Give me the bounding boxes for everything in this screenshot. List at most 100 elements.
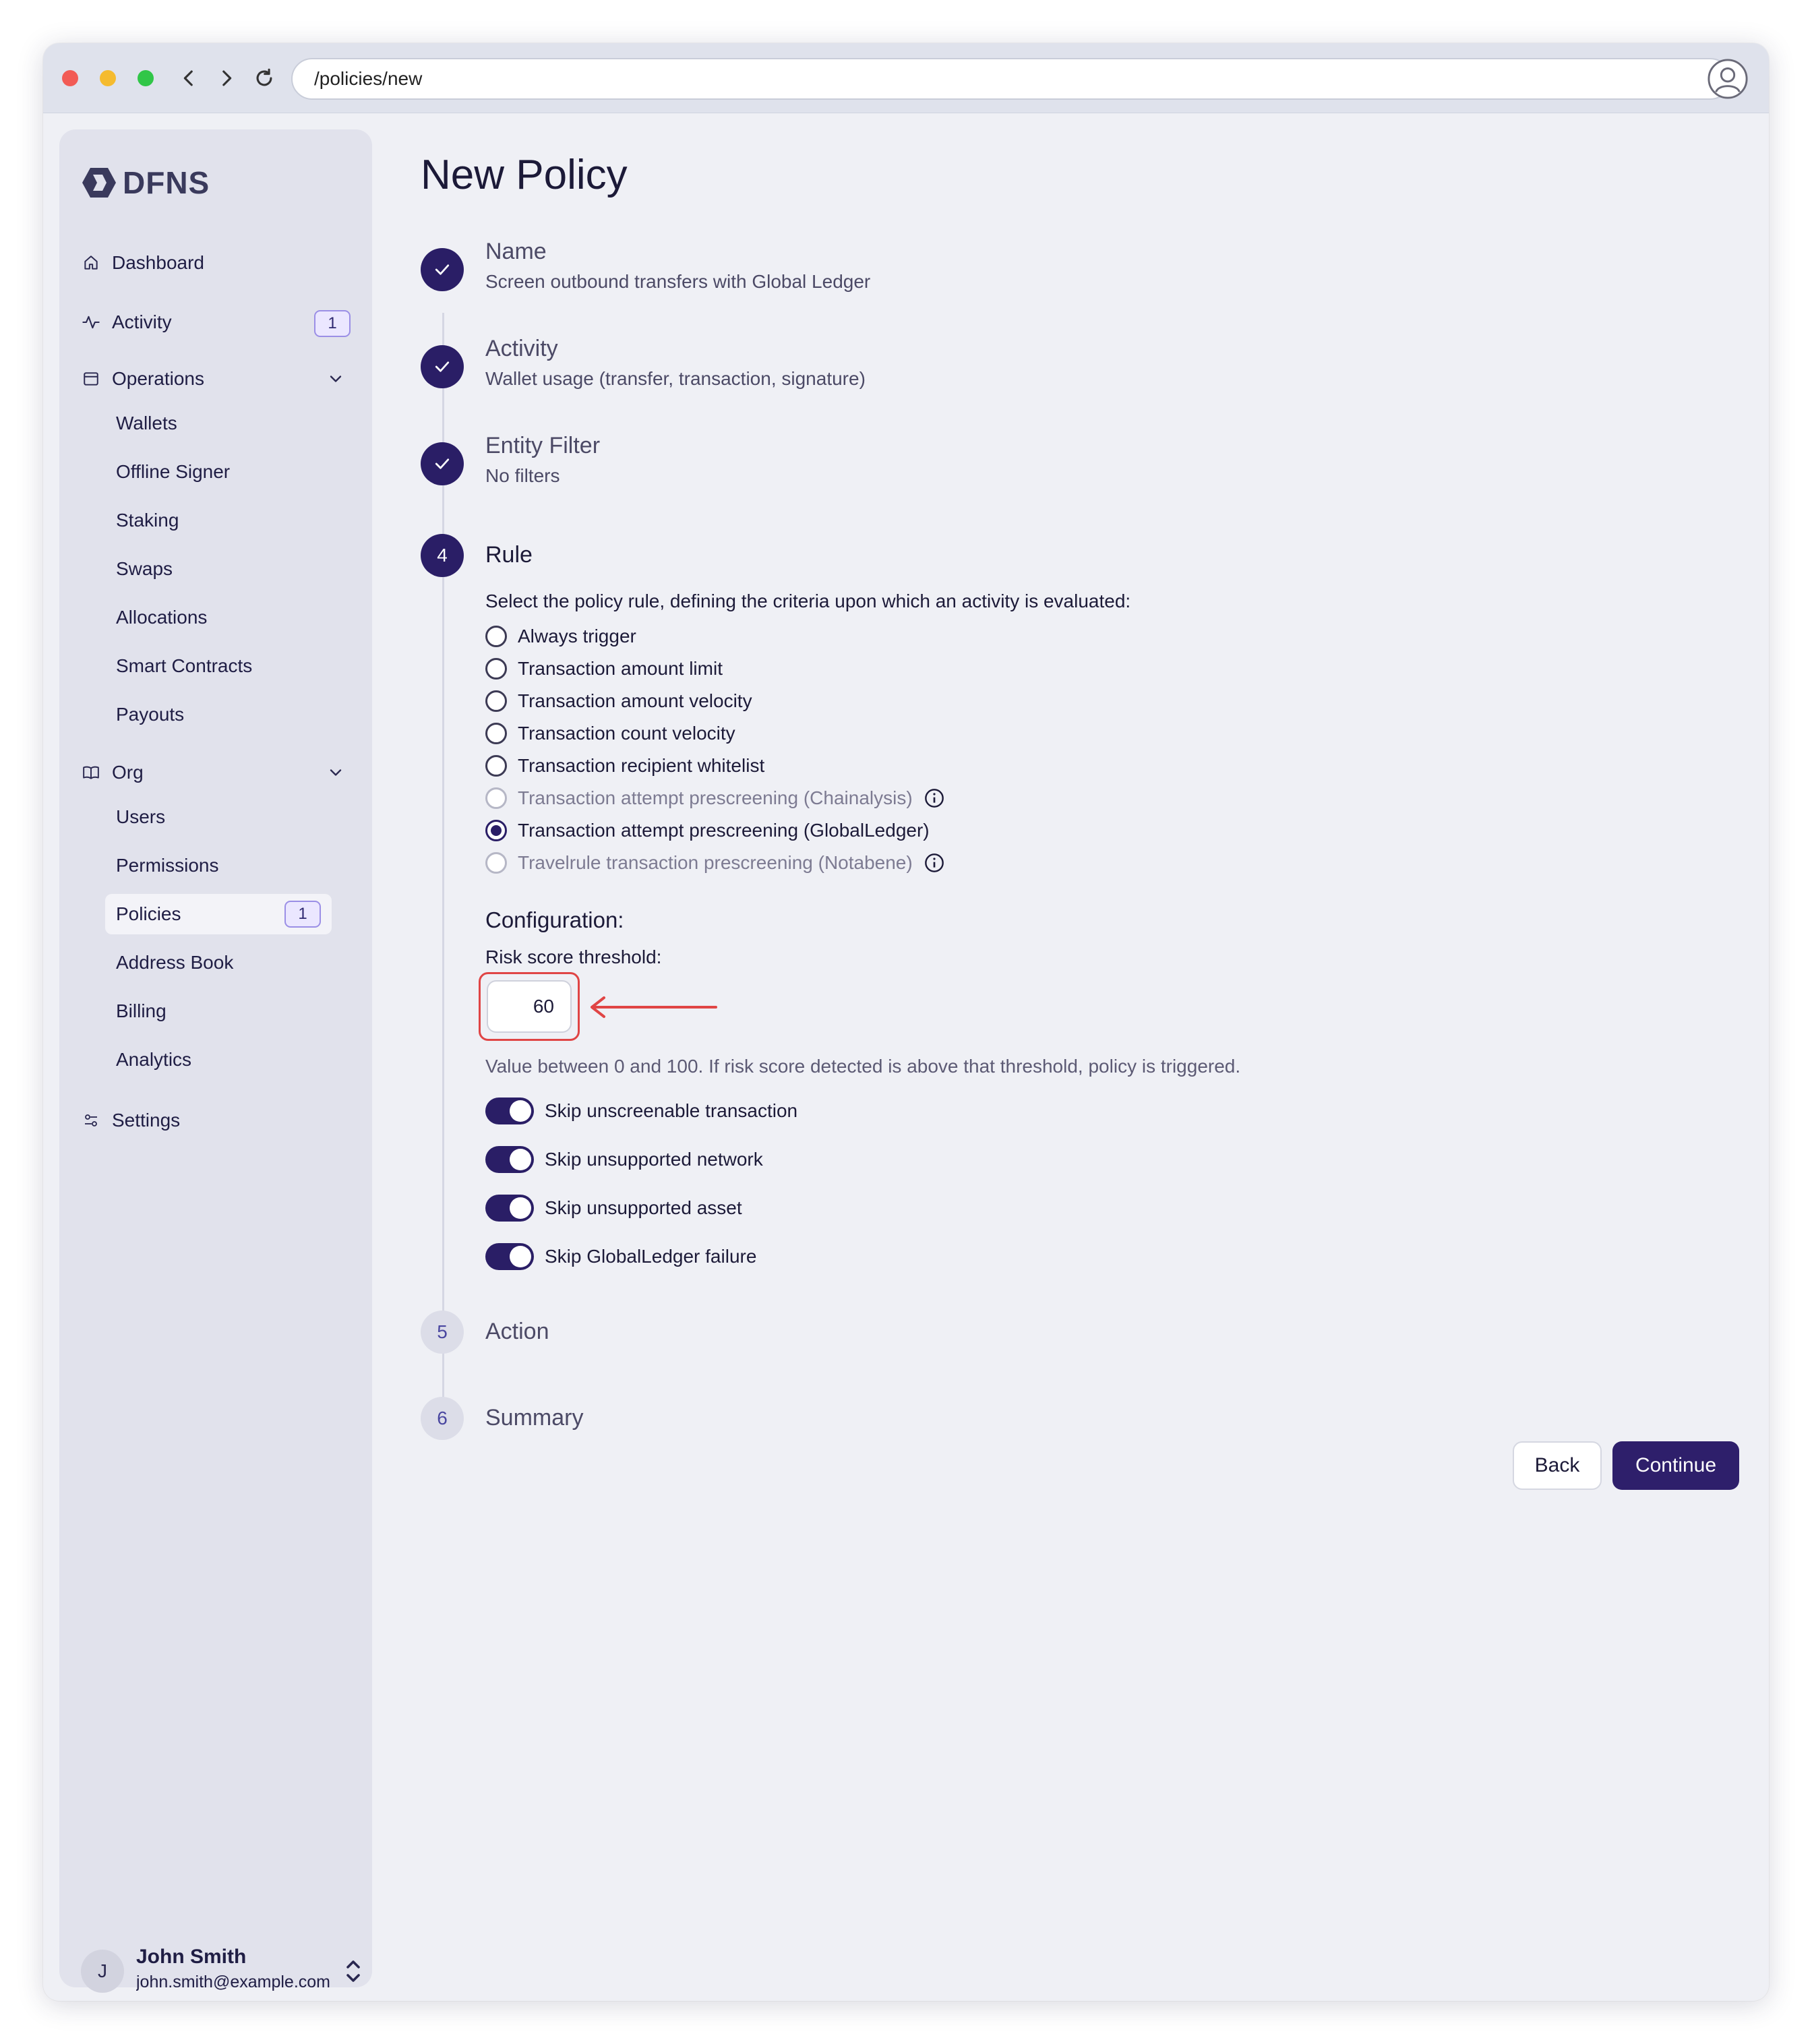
sidebar-item-staking[interactable]: Staking bbox=[105, 500, 332, 541]
chevron-up-down-icon[interactable] bbox=[342, 1958, 364, 1985]
sidebar-item-users[interactable]: Users bbox=[105, 797, 332, 837]
brand-logo[interactable]: DFNS bbox=[81, 164, 210, 201]
check-icon bbox=[435, 458, 450, 469]
back-button[interactable]: Back bbox=[1513, 1441, 1602, 1490]
reload-button[interactable] bbox=[248, 62, 280, 94]
reload-icon bbox=[256, 68, 272, 86]
radio-label: Transaction amount velocity bbox=[518, 690, 752, 711]
radio-button-selected[interactable] bbox=[485, 820, 507, 841]
sidebar-group-operations[interactable]: Operations bbox=[76, 360, 356, 398]
check-icon bbox=[435, 264, 450, 275]
sidebar-item-billing[interactable]: Billing bbox=[105, 991, 332, 1031]
sidebar-item-swaps[interactable]: Swaps bbox=[105, 549, 332, 589]
step-1-check bbox=[421, 248, 464, 291]
sidebar-item-wallets[interactable]: Wallets bbox=[105, 403, 332, 444]
sidebar-item-offline-signer[interactable]: Offline Signer bbox=[105, 452, 332, 492]
rule-option-always-trigger[interactable]: Always trigger bbox=[485, 622, 636, 651]
operations-icon bbox=[81, 369, 101, 389]
activity-icon bbox=[81, 312, 101, 332]
chevron-left-icon bbox=[183, 70, 193, 86]
continue-button[interactable]: Continue bbox=[1612, 1441, 1739, 1490]
radio-button[interactable] bbox=[485, 690, 507, 712]
rule-option-count-velocity[interactable]: Transaction count velocity bbox=[485, 719, 735, 748]
toggle-switch[interactable] bbox=[485, 1243, 534, 1270]
toggle-skip-unscreenable[interactable]: Skip unscreenable transaction bbox=[485, 1096, 797, 1126]
toggle-skip-unsupported-network[interactable]: Skip unsupported network bbox=[485, 1145, 763, 1174]
risk-threshold-input[interactable] bbox=[487, 980, 572, 1033]
minimize-window-button[interactable] bbox=[100, 70, 116, 86]
info-icon[interactable] bbox=[924, 787, 945, 809]
chevron-down-icon[interactable] bbox=[326, 763, 345, 782]
browser-toolbar: /policies/new bbox=[43, 43, 1769, 113]
info-icon[interactable] bbox=[924, 852, 945, 874]
policies-count-badge: 1 bbox=[284, 901, 321, 928]
step-5-number: 5 bbox=[421, 1311, 464, 1354]
step-5-title: Action bbox=[485, 1319, 549, 1344]
avatar: J bbox=[81, 1950, 124, 1993]
chevron-down-icon[interactable] bbox=[326, 369, 345, 388]
toggle-skip-unsupported-asset[interactable]: Skip unsupported asset bbox=[485, 1193, 742, 1223]
step-1-subtitle: Screen outbound transfers with Global Le… bbox=[485, 271, 871, 292]
close-window-button[interactable] bbox=[62, 70, 78, 86]
rule-option-chainalysis: Transaction attempt prescreening (Chaina… bbox=[485, 783, 945, 813]
brand-name: DFNS bbox=[123, 165, 210, 200]
sidebar-item-address-book[interactable]: Address Book bbox=[105, 942, 332, 983]
toggle-label: Skip unsupported asset bbox=[545, 1197, 742, 1218]
sidebar-item-label: Dashboard bbox=[112, 252, 204, 273]
activity-count-badge: 1 bbox=[314, 310, 351, 337]
sidebar-item-dashboard[interactable]: Dashboard bbox=[76, 244, 356, 282]
radio-button[interactable] bbox=[485, 658, 507, 680]
toggle-label: Skip unsupported network bbox=[545, 1149, 763, 1170]
sidebar-item-policies[interactable]: Policies 1 bbox=[105, 894, 332, 934]
book-icon bbox=[81, 762, 101, 783]
rule-intro: Select the policy rule, defining the cri… bbox=[485, 591, 1131, 611]
configuration-title: Configuration: bbox=[485, 907, 624, 932]
step-1-title[interactable]: Name bbox=[485, 239, 547, 265]
sidebar-item-permissions[interactable]: Permissions bbox=[105, 845, 332, 886]
rule-option-notabene: Travelrule transaction prescreening (Not… bbox=[485, 848, 945, 878]
sidebar-item-activity[interactable]: Activity 1 bbox=[76, 303, 356, 341]
toggle-switch[interactable] bbox=[485, 1098, 534, 1124]
home-icon bbox=[81, 253, 101, 273]
profile-icon[interactable] bbox=[1707, 58, 1749, 100]
toggle-skip-globalledger-failure[interactable]: Skip GlobalLedger failure bbox=[485, 1242, 756, 1271]
chevron-right-icon bbox=[222, 70, 232, 86]
radio-button[interactable] bbox=[485, 723, 507, 744]
rule-option-globalledger[interactable]: Transaction attempt prescreening (Global… bbox=[485, 816, 930, 845]
step-2-subtitle: Wallet usage (transfer, transaction, sig… bbox=[485, 368, 866, 389]
sidebar-item-smart-contracts[interactable]: Smart Contracts bbox=[105, 646, 332, 686]
sidebar-item-label: Operations bbox=[112, 368, 204, 389]
sidebar-group-org[interactable]: Org bbox=[76, 754, 356, 791]
rule-option-recipient-whitelist[interactable]: Transaction recipient whitelist bbox=[485, 751, 764, 781]
back-nav-button[interactable] bbox=[173, 62, 205, 94]
step-3-subtitle: No filters bbox=[485, 465, 560, 486]
toggle-label: Skip unscreenable transaction bbox=[545, 1100, 798, 1121]
radio-button[interactable] bbox=[485, 755, 507, 777]
step-3-title[interactable]: Entity Filter bbox=[485, 433, 600, 459]
maximize-window-button[interactable] bbox=[138, 70, 154, 86]
risk-threshold-helper: Value between 0 and 100. If risk score d… bbox=[485, 1056, 1241, 1077]
forward-nav-button[interactable] bbox=[210, 62, 243, 94]
address-bar[interactable]: /policies/new bbox=[291, 58, 1731, 100]
sidebar-item-label: Policies bbox=[116, 903, 181, 924]
url-text: /policies/new bbox=[314, 68, 423, 89]
step-3-check bbox=[421, 442, 464, 485]
rule-option-amount-velocity[interactable]: Transaction amount velocity bbox=[485, 686, 752, 716]
user-name: John Smith bbox=[136, 1946, 247, 1968]
radio-label: Transaction amount limit bbox=[518, 658, 723, 679]
radio-button[interactable] bbox=[485, 626, 507, 647]
sidebar-item-analytics[interactable]: Analytics bbox=[105, 1040, 332, 1080]
toggle-switch[interactable] bbox=[485, 1146, 534, 1173]
step-6-number: 6 bbox=[421, 1397, 464, 1440]
radio-label: Transaction recipient whitelist bbox=[518, 755, 765, 776]
rule-option-amount-limit[interactable]: Transaction amount limit bbox=[485, 654, 723, 684]
step-2-title[interactable]: Activity bbox=[485, 336, 558, 362]
user-email: john.smith@example.com bbox=[136, 1973, 330, 1991]
sidebar-item-settings[interactable]: Settings bbox=[76, 1102, 356, 1139]
sidebar-item-allocations[interactable]: Allocations bbox=[105, 597, 332, 638]
toggle-switch[interactable] bbox=[485, 1195, 534, 1222]
radio-label: Transaction attempt prescreening (Chaina… bbox=[518, 787, 913, 808]
sidebar-item-payouts[interactable]: Payouts bbox=[105, 694, 332, 735]
dfns-logo-icon bbox=[82, 168, 116, 198]
step-2-check bbox=[421, 345, 464, 388]
